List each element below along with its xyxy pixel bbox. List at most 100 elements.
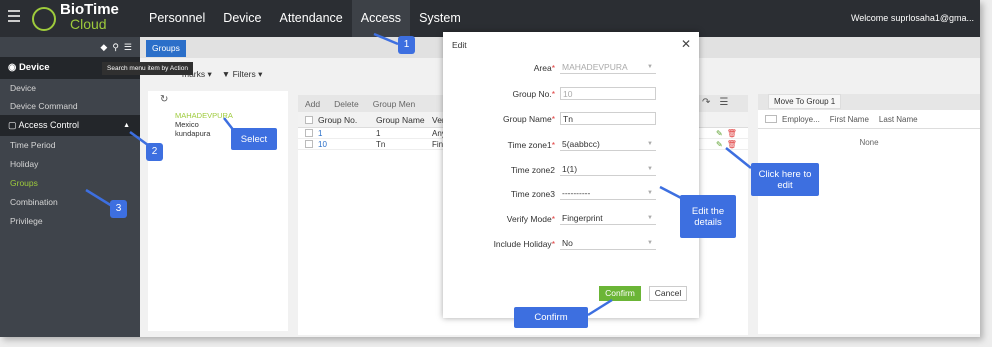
sidebar-section-access-control[interactable]: ▢ Access Control ▲ xyxy=(0,115,140,136)
field-label: Include Holiday xyxy=(493,239,552,249)
field-label: Group Name xyxy=(503,114,552,124)
row-checkbox[interactable] xyxy=(305,129,313,137)
field-label: Group No. xyxy=(512,89,552,99)
row-actions: ✎ 🗑 xyxy=(716,140,737,151)
row-checkbox[interactable] xyxy=(305,140,313,148)
cell-group-name: Tn xyxy=(376,139,386,149)
dropdown-arrow-icon: ▼ xyxy=(647,166,653,172)
refresh-icon[interactable]: ↻ xyxy=(160,94,168,105)
list-icon[interactable]: ☰ xyxy=(124,42,132,53)
group-members-button[interactable]: Group Men xyxy=(366,99,423,109)
field-label: Area xyxy=(533,63,552,73)
row-actions: ✎ 🗑 xyxy=(716,129,737,140)
settings-icon[interactable]: ☰ xyxy=(719,97,728,108)
caret-up-icon: ▲ xyxy=(123,122,130,129)
empty-state: None xyxy=(859,138,879,147)
sidebar: ◆ ⚲ ☰ ◉ Device Device Device Command ▢ A… xyxy=(0,37,140,337)
col-group-no[interactable]: Group No. xyxy=(318,115,376,125)
main-nav: Personnel Device Attendance Access Syste… xyxy=(140,0,470,37)
time-zone3-select[interactable]: ---------- ▼ xyxy=(560,187,656,200)
tree-item-mahadevpura[interactable]: MAHADEVPURA xyxy=(175,111,233,120)
dialog-title: Edit xyxy=(452,40,467,50)
cancel-button[interactable]: Cancel xyxy=(649,286,687,301)
sidebar-tools: ◆ ⚲ ☰ xyxy=(0,37,140,57)
nav-personnel[interactable]: Personnel xyxy=(140,0,214,37)
logo-title: BioTime xyxy=(60,1,119,18)
sidebar-item-device-command[interactable]: Device Command xyxy=(0,97,140,115)
sidebar-item-time-period[interactable]: Time Period xyxy=(0,136,140,155)
tree-item-mexico[interactable]: Mexico xyxy=(175,120,233,129)
edit-icon[interactable]: ✎ xyxy=(716,129,723,140)
sidebar-item-device[interactable]: Device xyxy=(0,79,140,97)
edit-icon[interactable]: ✎ xyxy=(716,140,723,151)
group-members-panel: Move To Group 1 Employe... First Name La… xyxy=(758,94,980,334)
search-tooltip: Search menu item by Action xyxy=(102,62,193,75)
col-employee[interactable]: Employe... xyxy=(782,115,830,124)
search-icon[interactable]: ⚲ xyxy=(112,42,119,53)
field-label: Time zone1 xyxy=(507,140,552,150)
logo-icon xyxy=(32,7,56,31)
time-zone2-select[interactable]: 1(1) ▼ xyxy=(560,163,656,176)
field-group-no: Group No.* 10 xyxy=(443,87,699,101)
members-header: Employe... First Name Last Name xyxy=(758,110,980,129)
area-tree-panel: ↻ MAHADEVPURA Mexico kundapura xyxy=(148,91,288,331)
grid-tools: ↷ ☰ xyxy=(702,97,728,108)
field-area: Area* MAHADEVPURA ▼ xyxy=(443,61,699,75)
menu-icon[interactable] xyxy=(8,10,20,24)
step-badge-3: 3 xyxy=(110,200,127,218)
area-select[interactable]: MAHADEVPURA ▼ xyxy=(560,61,656,74)
cell-group-name: 1 xyxy=(376,128,381,138)
edit-details-callout: Edit the details xyxy=(680,195,736,238)
group-name-input[interactable]: Tn xyxy=(560,112,656,125)
select-callout: Select xyxy=(231,128,277,150)
sidebar-item-groups[interactable]: Groups xyxy=(0,174,140,193)
field-time-zone2: Time zone2 1(1) ▼ xyxy=(443,163,699,177)
add-button[interactable]: Add xyxy=(298,99,327,109)
dropdown-arrow-icon: ▼ xyxy=(647,190,653,196)
tab-move-to-group[interactable]: Move To Group 1 xyxy=(758,94,980,110)
include-holiday-select[interactable]: No ▼ xyxy=(560,237,656,250)
area-tree: MAHADEVPURA Mexico kundapura xyxy=(175,111,233,138)
cell-group-no[interactable]: 10 xyxy=(318,140,376,149)
share-icon[interactable]: ↷ xyxy=(702,97,710,108)
close-icon[interactable]: ✕ xyxy=(681,37,691,51)
step-badge-2: 2 xyxy=(146,143,163,161)
field-time-zone1: Time zone1* 5(aabbcc) ▼ xyxy=(443,138,699,152)
welcome-user[interactable]: Welcome suprlosaha1@gma... xyxy=(851,0,974,37)
field-time-zone3: Time zone3 ---------- ▼ xyxy=(443,187,699,201)
members-select-all[interactable] xyxy=(765,115,777,123)
field-verify-mode: Verify Mode* Fingerprint ▼ xyxy=(443,212,699,226)
field-label: Time zone3 xyxy=(510,189,555,199)
delete-button[interactable]: Delete xyxy=(327,99,366,109)
col-last-name[interactable]: Last Name xyxy=(879,115,928,124)
nav-device[interactable]: Device xyxy=(214,0,270,37)
step-badge-1: 1 xyxy=(398,36,415,54)
field-label: Time zone2 xyxy=(510,165,555,175)
confirm-button[interactable]: Confirm xyxy=(599,286,641,301)
edit-dialog: Edit ✕ Area* MAHADEVPURA ▼ Group No.* 10 … xyxy=(443,32,699,318)
tree-item-kundapura[interactable]: kundapura xyxy=(175,129,233,138)
calendar-icon: ▢ xyxy=(8,120,17,130)
col-first-name[interactable]: First Name xyxy=(830,115,879,124)
dropdown-arrow-icon: ▼ xyxy=(647,240,653,246)
select-all-checkbox[interactable] xyxy=(305,115,313,124)
confirm-callout: Confirm xyxy=(514,307,588,328)
delete-icon[interactable]: 🗑 xyxy=(727,140,737,151)
nav-access[interactable]: Access xyxy=(351,0,411,37)
device-group-icon: ◉ xyxy=(8,62,17,73)
filter-icon: ▼ xyxy=(221,69,231,79)
filters-dropdown[interactable]: ▼ Filters ▾ xyxy=(222,69,263,80)
group-no-input[interactable]: 10 xyxy=(560,87,656,100)
nav-attendance[interactable]: Attendance xyxy=(271,0,352,37)
sidebar-item-holiday[interactable]: Holiday xyxy=(0,155,140,174)
tag-icon[interactable]: ◆ xyxy=(100,42,107,53)
verify-mode-select[interactable]: Fingerprint ▼ xyxy=(560,212,656,225)
delete-icon[interactable]: 🗑 xyxy=(727,129,737,140)
dropdown-arrow-icon: ▼ xyxy=(647,215,653,221)
col-group-name[interactable]: Group Name xyxy=(376,115,432,125)
time-zone1-select[interactable]: 5(aabbcc) ▼ xyxy=(560,138,656,151)
field-group-name: Group Name* Tn xyxy=(443,112,699,126)
tab-groups[interactable]: Groups xyxy=(146,40,186,57)
cell-group-no[interactable]: 1 xyxy=(318,129,376,138)
field-include-holiday: Include Holiday* No ▼ xyxy=(443,237,699,251)
